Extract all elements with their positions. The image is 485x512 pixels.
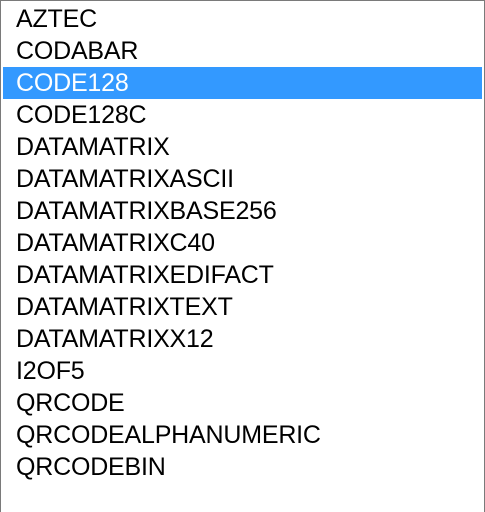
list-item-i2of5[interactable]: I2OF5 bbox=[3, 355, 482, 387]
list-item-datamatrix[interactable]: DATAMATRIX bbox=[3, 131, 482, 163]
list-item-datamatrixtext[interactable]: DATAMATRIXTEXT bbox=[3, 291, 482, 323]
list-item-code128[interactable]: CODE128 bbox=[3, 67, 482, 99]
list-item-qrcodebin[interactable]: QRCODEBIN bbox=[3, 451, 482, 483]
list-item-datamatrixc40[interactable]: DATAMATRIXC40 bbox=[3, 227, 482, 259]
list-item-code128c[interactable]: CODE128C bbox=[3, 99, 482, 131]
list-item-datamatrixx12[interactable]: DATAMATRIXX12 bbox=[3, 323, 482, 355]
list-item-codabar[interactable]: CODABAR bbox=[3, 35, 482, 67]
list-item-qrcode[interactable]: QRCODE bbox=[3, 387, 482, 419]
list-item-aztec[interactable]: AZTEC bbox=[3, 3, 482, 35]
list-item-qrcodealphanumeric[interactable]: QRCODEALPHANUMERIC bbox=[3, 419, 482, 451]
list-item-datamatrixbase256[interactable]: DATAMATRIXBASE256 bbox=[3, 195, 482, 227]
barcode-type-listbox[interactable]: AZTEC CODABAR CODE128 CODE128C DATAMATRI… bbox=[0, 0, 485, 512]
list-item-datamatrixascii[interactable]: DATAMATRIXASCII bbox=[3, 163, 482, 195]
list-item-datamatrixedifact[interactable]: DATAMATRIXEDIFACT bbox=[3, 259, 482, 291]
barcode-type-list: AZTEC CODABAR CODE128 CODE128C DATAMATRI… bbox=[3, 3, 482, 483]
